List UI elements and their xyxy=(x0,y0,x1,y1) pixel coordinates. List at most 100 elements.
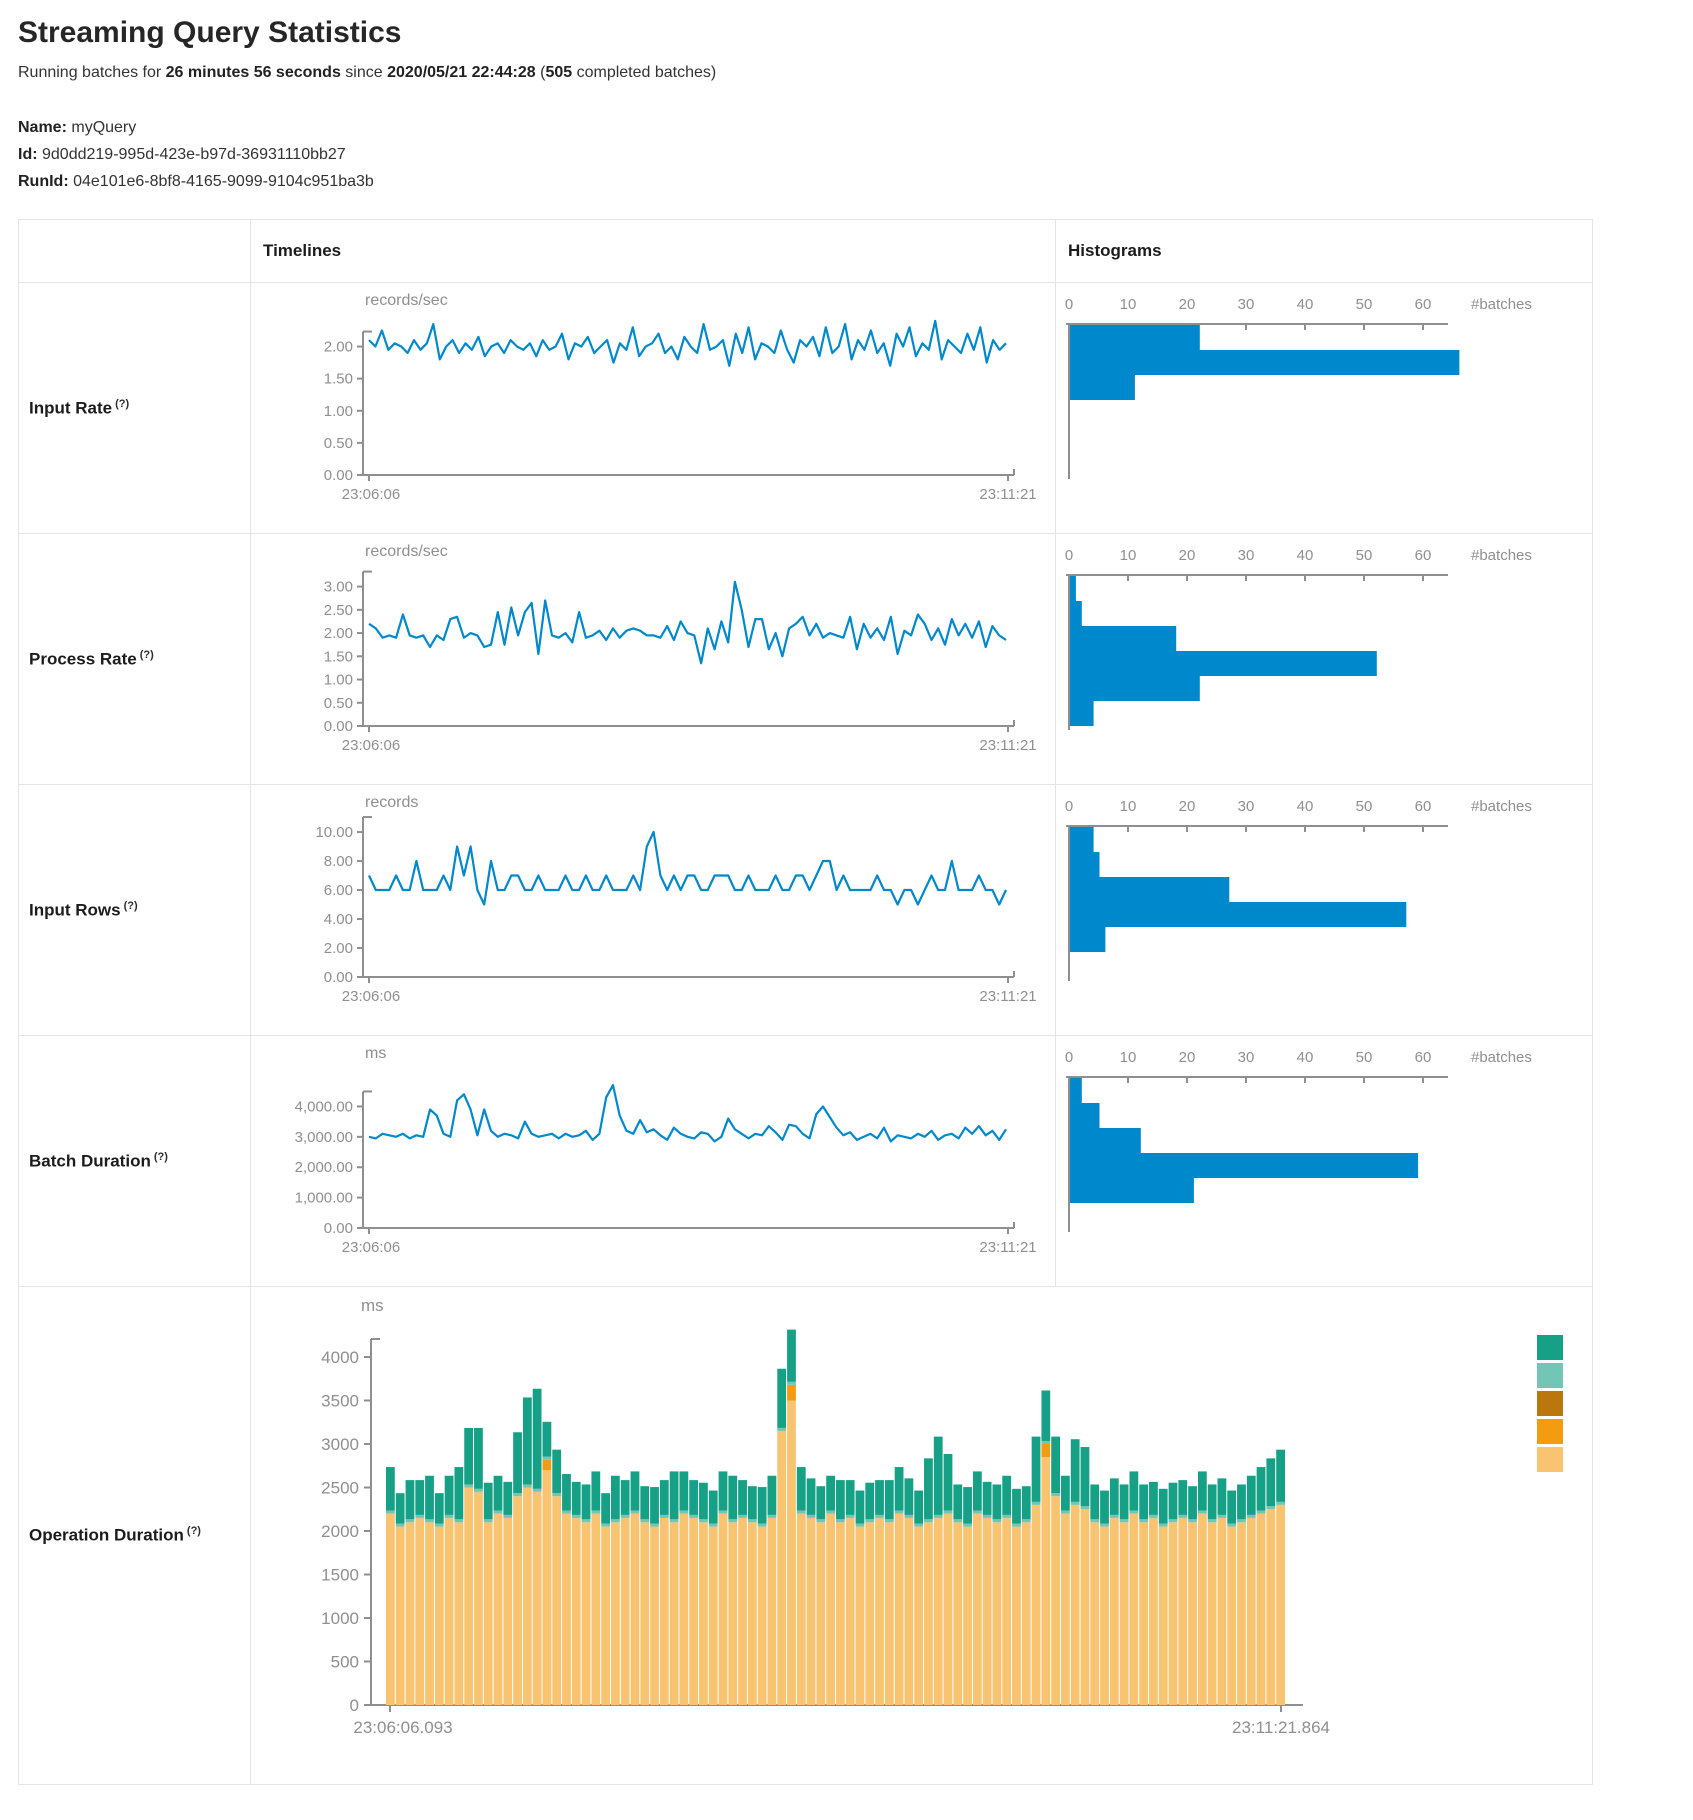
svg-text:20: 20 xyxy=(1179,1049,1196,1066)
svg-text:60: 60 xyxy=(1415,1049,1432,1066)
status-suffix: completed batches) xyxy=(572,64,716,81)
svg-text:23:11:21: 23:11:21 xyxy=(979,737,1036,754)
batch-status-line: Running batches for 26 minutes 56 second… xyxy=(18,64,1693,82)
svg-text:50: 50 xyxy=(1356,296,1373,313)
svg-text:40: 40 xyxy=(1297,296,1314,313)
svg-text:#batches: #batches xyxy=(1471,798,1532,815)
help-icon[interactable]: (?) xyxy=(140,649,154,661)
row-label-input-rate: Input Rate(?) xyxy=(19,283,251,533)
table-row-operation-duration: Operation Duration(?) ms4000350030002500… xyxy=(19,1286,1592,1784)
input-rows-timeline-chart: records10.008.006.004.002.000.0023:06:06… xyxy=(251,785,1056,1035)
query-name-line: Name: myQuery xyxy=(18,114,1693,141)
svg-text:1,000.00: 1,000.00 xyxy=(295,1190,353,1207)
svg-text:40: 40 xyxy=(1297,1049,1314,1066)
svg-text:0.50: 0.50 xyxy=(324,435,353,452)
column-header-histograms: Histograms xyxy=(1056,220,1592,282)
svg-text:0.00: 0.00 xyxy=(324,969,353,986)
svg-text:#batches: #batches xyxy=(1471,296,1532,313)
batch-duration-histogram-chart: 0102030405060#batches xyxy=(1056,1036,1592,1286)
help-icon[interactable]: (?) xyxy=(115,398,129,410)
svg-text:23:06:06: 23:06:06 xyxy=(342,486,400,503)
help-icon[interactable]: (?) xyxy=(124,900,138,912)
svg-text:23:06:06: 23:06:06 xyxy=(342,1239,400,1256)
svg-text:50: 50 xyxy=(1356,547,1373,564)
status-mid: since xyxy=(341,64,387,81)
svg-text:records/sec: records/sec xyxy=(365,292,448,309)
svg-text:6.00: 6.00 xyxy=(324,882,353,899)
help-icon[interactable]: (?) xyxy=(154,1151,168,1163)
svg-text:23:06:06: 23:06:06 xyxy=(342,737,400,754)
svg-text:0.00: 0.00 xyxy=(324,1220,353,1237)
page-title: Streaming Query Statistics xyxy=(18,16,1693,50)
query-runid-label: RunId: xyxy=(18,173,69,190)
batch-duration-timeline-chart: ms 4,000.00 3,000.00 2,000.00 1,000.00 0.00 23… xyxy=(251,1036,1056,1286)
process-rate-histogram-chart: 0102030405060#batches xyxy=(1056,534,1592,784)
svg-text:10: 10 xyxy=(1120,296,1137,313)
svg-text:10: 10 xyxy=(1120,1049,1137,1066)
svg-text:40: 40 xyxy=(1297,547,1314,564)
svg-text:0: 0 xyxy=(1065,1049,1073,1066)
svg-text:23:11:21: 23:11:21 xyxy=(979,988,1036,1005)
svg-text:0.00: 0.00 xyxy=(324,467,353,484)
svg-text:0: 0 xyxy=(350,1696,359,1715)
svg-text:40: 40 xyxy=(1297,798,1314,815)
svg-text:23:06:06.093: 23:06:06.093 xyxy=(353,1718,452,1737)
svg-text:1.50: 1.50 xyxy=(324,648,353,665)
svg-text:23:11:21.864: 23:11:21.864 xyxy=(1232,1718,1330,1737)
svg-text:60: 60 xyxy=(1415,798,1432,815)
table-row-process-rate: Process Rate(?) records/sec3.002.502.001… xyxy=(19,533,1592,784)
svg-text:4.00: 4.00 xyxy=(324,911,353,928)
svg-text:3,000.00: 3,000.00 xyxy=(295,1129,353,1146)
svg-text:#batches: #batches xyxy=(1471,547,1532,564)
status-paren: ( xyxy=(536,64,546,81)
completed-batches-count: 505 xyxy=(545,64,572,81)
help-icon[interactable]: (?) xyxy=(187,1525,201,1537)
svg-text:2.00: 2.00 xyxy=(324,339,353,356)
svg-text:10: 10 xyxy=(1120,798,1137,815)
row-label-text: Batch Duration xyxy=(29,1151,151,1170)
svg-text:20: 20 xyxy=(1179,798,1196,815)
svg-text:1.50: 1.50 xyxy=(324,371,353,388)
svg-text:23:06:06: 23:06:06 xyxy=(342,988,400,1005)
svg-text:records/sec: records/sec xyxy=(365,543,448,560)
svg-text:2,000.00: 2,000.00 xyxy=(295,1159,353,1176)
svg-text:30: 30 xyxy=(1238,296,1255,313)
svg-text:ms: ms xyxy=(365,1045,386,1062)
svg-text:500: 500 xyxy=(331,1653,359,1672)
svg-text:0: 0 xyxy=(1065,296,1073,313)
query-runid-value: 04e101e6-8bf8-4165-9099-9104c951ba3b xyxy=(73,173,374,190)
row-label-process-rate: Process Rate(?) xyxy=(19,534,251,784)
process-rate-timeline-chart: records/sec3.002.502.001.501.000.500.002… xyxy=(251,534,1056,784)
input-rate-timeline-chart: records/sec2.001.501.000.500.0023:06:062… xyxy=(251,283,1056,533)
status-prefix: Running batches for xyxy=(18,64,166,81)
input-rows-histogram-chart: 0102030405060#batches xyxy=(1056,785,1592,1035)
svg-text:20: 20 xyxy=(1179,296,1196,313)
query-id-label: Id: xyxy=(18,146,38,163)
svg-text:50: 50 xyxy=(1356,1049,1373,1066)
svg-text:1.00: 1.00 xyxy=(324,672,353,689)
svg-text:ms: ms xyxy=(361,1296,384,1315)
table-header-row: Timelines Histograms xyxy=(19,220,1592,282)
column-header-timelines: Timelines xyxy=(251,220,1056,282)
row-label-input-rows: Input Rows(?) xyxy=(19,785,251,1035)
query-id-value: 9d0dd219-995d-423e-b97d-36931110bb27 xyxy=(42,146,346,163)
svg-text:4,000.00: 4,000.00 xyxy=(295,1098,353,1115)
svg-text:10.00: 10.00 xyxy=(315,824,353,841)
svg-text:0: 0 xyxy=(1065,547,1073,564)
svg-text:60: 60 xyxy=(1415,296,1432,313)
query-runid-line: RunId: 04e101e6-8bf8-4165-9099-9104c951b… xyxy=(18,168,1693,195)
svg-text:10: 10 xyxy=(1120,547,1137,564)
row-label-operation-duration: Operation Duration(?) xyxy=(19,1287,251,1784)
svg-text:#batches: #batches xyxy=(1471,1049,1532,1066)
query-metadata: Name: myQuery Id: 9d0dd219-995d-423e-b97… xyxy=(18,114,1693,195)
svg-text:3500: 3500 xyxy=(321,1392,359,1411)
svg-text:20: 20 xyxy=(1179,547,1196,564)
operation-duration-stacked-chart: ms4000350030002500200015001000500023:06:… xyxy=(251,1287,1592,1784)
svg-text:23:11:21: 23:11:21 xyxy=(979,486,1036,503)
row-label-text: Input Rows xyxy=(29,900,121,919)
svg-text:8.00: 8.00 xyxy=(324,853,353,870)
svg-text:2000: 2000 xyxy=(321,1522,359,1541)
start-timestamp: 2020/05/21 22:44:28 xyxy=(387,64,536,81)
svg-text:23:11:21: 23:11:21 xyxy=(979,1239,1036,1256)
streaming-query-statistics-page: Streaming Query Statistics Running batch… xyxy=(0,0,1693,1820)
